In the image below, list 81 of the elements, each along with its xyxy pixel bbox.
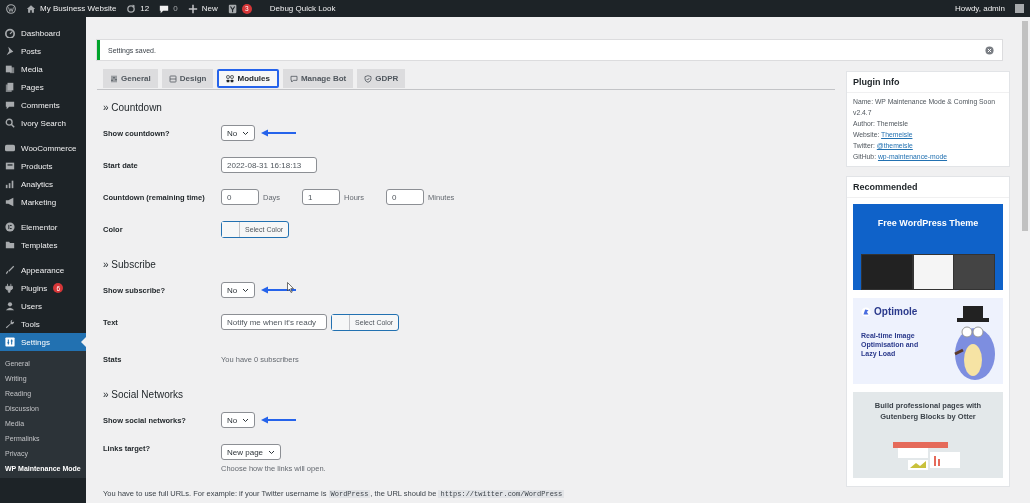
cursor-icon: [287, 282, 294, 293]
megaphone-icon: [5, 197, 15, 207]
website-preview: [953, 254, 995, 290]
section-heading: » Subscribe: [103, 257, 157, 272]
sliders-icon: [110, 74, 118, 83]
home-icon: [26, 3, 36, 14]
caret-icon: [242, 287, 250, 293]
grid-icon: [226, 74, 235, 83]
tab[interactable]: Modules: [217, 69, 279, 88]
sliders-icon: [5, 337, 15, 347]
section-heading: » Social Networks: [103, 387, 185, 402]
menu-item[interactable]: Products: [0, 157, 86, 175]
menu-item[interactable]: Ivory Search: [0, 114, 86, 132]
plus-icon: [187, 3, 198, 14]
dashboard-icon: [5, 28, 15, 38]
refresh-icon: [126, 3, 137, 14]
dropdown[interactable]: No: [221, 125, 256, 141]
menu-item[interactable]: Appearance: [0, 261, 86, 279]
menu-item[interactable]: Comments: [0, 96, 86, 114]
menu-item[interactable]: WooCommerce: [0, 139, 86, 157]
tab[interactable]: General: [103, 69, 158, 88]
comment-icon: [5, 100, 15, 110]
tab[interactable]: Manage Bot: [282, 69, 354, 88]
menu-item[interactable]: Posts: [0, 42, 86, 60]
menu-item[interactable]: Templates: [0, 236, 86, 254]
box-icon: [5, 161, 15, 171]
menu-item[interactable]: Pages: [0, 78, 86, 96]
dropdown[interactable]: No: [221, 282, 256, 298]
menu-item[interactable]: Tools: [0, 315, 86, 333]
tab[interactable]: GDPR: [357, 69, 406, 88]
menu-item[interactable]: Elementor: [0, 218, 86, 236]
media-icon: [5, 64, 15, 74]
woo-icon: [5, 143, 15, 153]
scrollbar-thumb[interactable]: [1022, 21, 1028, 231]
greeting-link[interactable]: Howdy, admin: [954, 4, 1005, 13]
card-title: Recommended: [847, 177, 1009, 198]
number-field[interactable]: 0: [386, 189, 425, 205]
pages-icon: [5, 82, 15, 92]
date-field[interactable]: 2022-08-31 16:18:13: [221, 157, 317, 173]
wrench-icon: [5, 319, 15, 329]
menu-item[interactable]: Dashboard: [0, 24, 86, 42]
updates-count[interactable]: 12: [140, 4, 150, 13]
bird-logo-icon: [861, 306, 871, 317]
caret-icon: [268, 449, 276, 455]
dropdown[interactable]: New page: [221, 444, 282, 460]
circle-icon: [5, 222, 15, 232]
shield-icon: [364, 74, 373, 83]
number-field[interactable]: 0: [221, 189, 259, 205]
layout-icon: [168, 74, 177, 83]
wordpress-logo-icon[interactable]: [6, 3, 16, 14]
comment-icon: [159, 3, 170, 14]
website-preview: [861, 254, 913, 290]
chat-icon: [289, 74, 298, 83]
debug-link[interactable]: Debug Quick Look: [269, 4, 336, 13]
number-field[interactable]: 1: [302, 189, 341, 205]
brush-icon: [5, 265, 15, 275]
search-icon: [5, 118, 15, 128]
site-name-link[interactable]: My Business Website: [40, 4, 117, 13]
plug-icon: [5, 283, 15, 293]
card-title: Plugin Info: [847, 72, 1009, 93]
new-link[interactable]: New: [201, 4, 218, 13]
menu-item[interactable]: Marketing: [0, 193, 86, 211]
caret-icon: [242, 417, 250, 423]
menu-item[interactable]: Media: [0, 60, 86, 78]
banner-title: Optimole: [874, 306, 918, 317]
seo-plugin-icon[interactable]: [227, 3, 238, 14]
menu-item[interactable]: Settings: [0, 333, 86, 351]
theme-banner[interactable]: Free WordPress Theme: [853, 204, 1003, 290]
user-icon: [5, 301, 15, 311]
section-heading: » Countdown: [103, 100, 163, 115]
folder-icon: [5, 240, 15, 250]
bars-icon: [5, 179, 15, 189]
text-field[interactable]: Notify me when it's ready: [221, 314, 327, 330]
close-icon[interactable]: [985, 45, 994, 55]
caret-icon: [242, 130, 250, 136]
dropdown[interactable]: No: [221, 412, 256, 428]
comments-count[interactable]: 0: [173, 4, 178, 13]
banner-title: Free WordPress Theme: [877, 218, 979, 228]
tab[interactable]: Design: [161, 69, 214, 88]
menu-item[interactable]: Users: [0, 297, 86, 315]
menu-item[interactable]: Analytics: [0, 175, 86, 193]
